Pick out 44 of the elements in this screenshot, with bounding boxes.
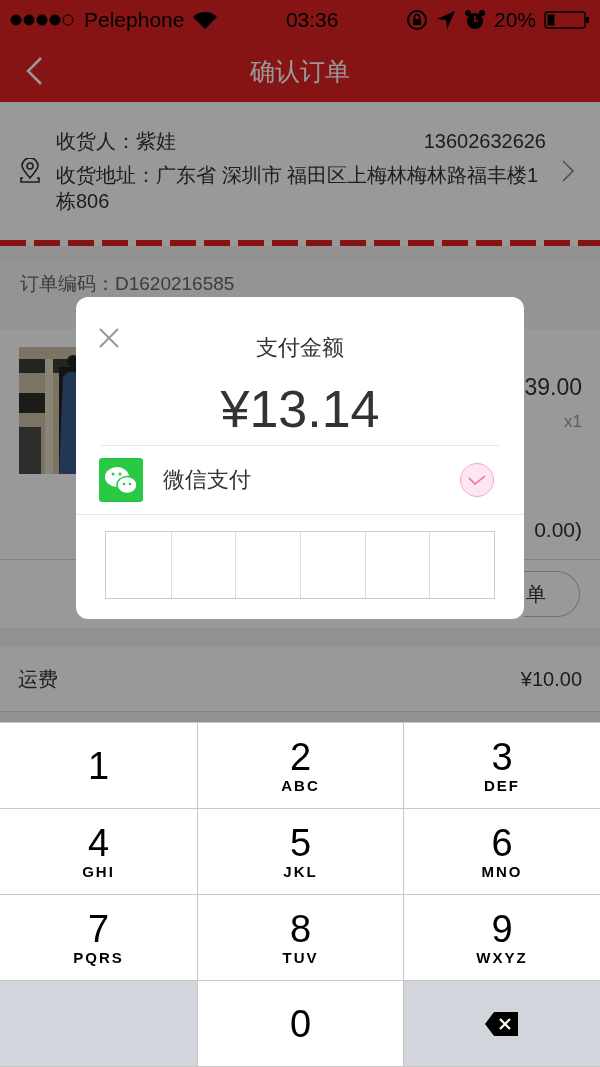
- product-quantity: x1: [564, 410, 582, 433]
- receiver-phone: 13602632626: [423, 129, 546, 154]
- order-action-button[interactable]: 单: [524, 571, 580, 617]
- page-title: 确认订单: [250, 55, 350, 87]
- shipping-label: 运费: [18, 666, 58, 692]
- digit-key[interactable]: 3 DEF: [404, 723, 600, 808]
- dialog-title: 支付金额: [256, 334, 344, 362]
- address-card[interactable]: 收货人：紫娃 13602632626 收货地址：广东省 深圳市 福田区上梅林梅林路福丰楼1栋806: [0, 102, 600, 240]
- digit-key[interactable]: 9 WXYZ: [404, 895, 600, 980]
- wifi-icon: [192, 10, 219, 30]
- chat-bubbles-icon: [99, 458, 143, 502]
- check-icon: [468, 474, 486, 486]
- chevron-right-icon: [562, 160, 574, 182]
- receiver-name: 收货人：紫娃: [56, 129, 176, 154]
- status-time: 03:36: [285, 7, 339, 34]
- order-number: 订单编码：D1620216585: [20, 272, 235, 296]
- signal-icon: [10, 14, 76, 26]
- digit-key[interactable]: 5 JKL: [198, 809, 403, 894]
- location-arrow-icon: [435, 10, 456, 30]
- carrier-name: Pelephone: [84, 7, 185, 34]
- rotation-lock-icon: [405, 9, 428, 31]
- delete-key[interactable]: [404, 981, 600, 1066]
- payment-amount: ¥13.14: [220, 379, 380, 440]
- close-icon[interactable]: [98, 327, 120, 349]
- method-radio[interactable]: [460, 463, 494, 497]
- digit-key[interactable]: 2 ABC: [198, 723, 403, 808]
- alarm-clock-icon: [463, 9, 486, 31]
- digit-key[interactable]: 1: [0, 723, 197, 808]
- digit-key[interactable]: 4 GHI: [0, 809, 197, 894]
- delivery-address: 收货地址：广东省 深圳市 福田区上梅林梅林路福丰楼1栋806: [56, 163, 540, 214]
- digit-key[interactable]: 7 PQRS: [0, 895, 197, 980]
- product-price: 39.00: [524, 373, 582, 402]
- digit-key[interactable]: 6 MNO: [404, 809, 600, 894]
- backspace-icon: [484, 1010, 520, 1037]
- payment-method-name: 微信支付: [163, 466, 252, 494]
- battery-icon: [544, 10, 590, 30]
- back-icon[interactable]: [24, 56, 44, 86]
- password-field[interactable]: [105, 531, 495, 599]
- subtotal: 0.00): [534, 516, 582, 543]
- shipping-fee: ¥10.00: [520, 666, 582, 692]
- digit-key[interactable]: 0: [198, 981, 403, 1066]
- battery-percent: 20%: [493, 7, 536, 34]
- digit-key[interactable]: 8 TUV: [198, 895, 403, 980]
- location-pin-icon: [20, 158, 40, 184]
